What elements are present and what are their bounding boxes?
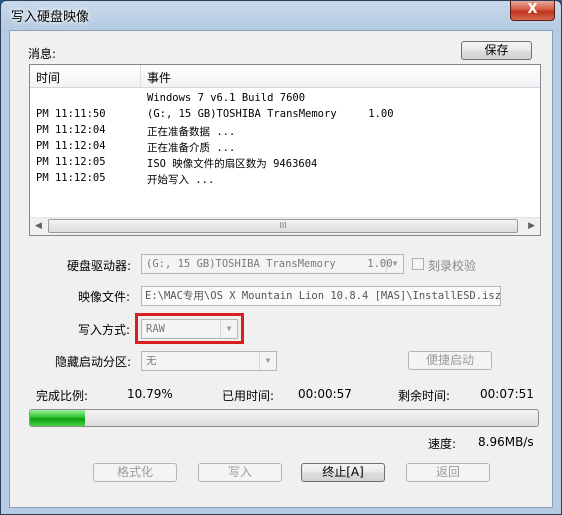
- log-header: 时间 事件: [30, 65, 540, 88]
- verify-checkbox[interactable]: [412, 258, 424, 270]
- dialog-body: 消息: 保存 时间 事件 Windows 7 v6.1 Build 7600 PM…: [9, 30, 553, 508]
- write-button[interactable]: 写入: [198, 463, 282, 482]
- message-log[interactable]: 时间 事件 Windows 7 v6.1 Build 7600 PM 11:11:…: [29, 64, 541, 236]
- image-file-field[interactable]: E:\MAC专用\OS X Mountain Lion 10.8.4 [MAS]…: [141, 286, 501, 306]
- chevron-down-icon[interactable]: ▼: [259, 352, 276, 370]
- log-row[interactable]: PM 11:12:05 开始写入 ...: [30, 171, 540, 187]
- close-icon: X: [527, 2, 538, 17]
- quick-boot-button[interactable]: 便捷启动: [408, 351, 492, 370]
- speed-value: 8.96MB/s: [478, 435, 534, 449]
- format-button[interactable]: 格式化: [93, 463, 177, 482]
- drive-label: 硬盘驱动器:: [67, 259, 132, 273]
- log-row-time: PM 11:12:04: [36, 140, 106, 152]
- progress-bar: [29, 409, 539, 427]
- column-event[interactable]: 事件: [147, 69, 171, 86]
- elapsed-label: 已用时间:: [222, 389, 275, 403]
- column-time[interactable]: 时间: [36, 69, 60, 86]
- scroll-right-icon[interactable]: ▶: [528, 221, 535, 231]
- title-bar[interactable]: 写入硬盘映像 X: [1, 1, 561, 29]
- scroll-thumb[interactable]: III: [48, 219, 518, 233]
- log-row-event: 开始写入 ...: [147, 174, 215, 186]
- log-row[interactable]: PM 11:12:04 正在准备数据 ...: [30, 123, 540, 139]
- hidden-partition-value: 无: [146, 355, 157, 367]
- log-row-event: 正在准备数据 ...: [147, 126, 236, 138]
- log-row[interactable]: PM 11:12:04 正在准备介质 ...: [30, 139, 540, 155]
- scroll-grip: III: [279, 221, 287, 230]
- write-method-label: 写入方式:: [78, 323, 131, 337]
- log-row-time: PM 11:12:04: [36, 124, 106, 136]
- log-row[interactable]: PM 11:12:05 ISO 映像文件的扇区数为 9463604: [30, 155, 540, 171]
- verify-label: 刻录校验: [428, 259, 477, 273]
- chevron-down-icon[interactable]: ▼: [386, 255, 403, 273]
- scroll-left-icon[interactable]: ◀: [35, 221, 42, 231]
- hidden-partition-select[interactable]: 无 ▼: [141, 351, 277, 371]
- messages-label: 消息:: [28, 47, 57, 61]
- back-button[interactable]: 返回: [406, 463, 490, 482]
- horizontal-scrollbar[interactable]: ◀ III ▶: [30, 217, 540, 235]
- image-file-label: 映像文件:: [78, 290, 131, 304]
- dialog-window: 写入硬盘映像 X 消息: 保存 时间 事件 Windows 7 v6.1 Bui…: [0, 0, 562, 515]
- progress-fill: [30, 410, 85, 426]
- speed-label: 速度:: [428, 437, 457, 451]
- save-button[interactable]: 保存: [461, 41, 532, 60]
- done-label: 完成比例:: [36, 389, 89, 403]
- done-value: 10.79%: [127, 387, 173, 401]
- drive-select[interactable]: (G:, 15 GB)TOSHIBA TransMemory 1.00 ▼: [141, 254, 404, 274]
- remaining-label: 剩余时间:: [398, 389, 451, 403]
- remaining-value: 00:07:51: [480, 387, 534, 401]
- highlight-box: [135, 313, 244, 344]
- close-button[interactable]: X: [510, 1, 555, 21]
- log-row[interactable]: Windows 7 v6.1 Build 7600: [30, 91, 540, 107]
- log-row-time: PM 11:12:05: [36, 172, 106, 184]
- log-row-time: PM 11:12:05: [36, 156, 106, 168]
- stop-button[interactable]: 终止[A]: [301, 463, 385, 482]
- log-row-event: ISO 映像文件的扇区数为 9463604: [147, 158, 318, 170]
- hidden-partition-label: 隐藏启动分区:: [55, 355, 132, 369]
- window-title: 写入硬盘映像: [11, 10, 90, 25]
- log-row-event: Windows 7 v6.1 Build 7600: [147, 92, 306, 104]
- log-row-event: 正在准备介质 ...: [147, 142, 236, 154]
- column-divider[interactable]: [140, 65, 141, 87]
- log-row-event: (G:, 15 GB)TOSHIBA TransMemory 1.00: [147, 108, 394, 120]
- elapsed-value: 00:00:57: [298, 387, 352, 401]
- drive-value: (G:, 15 GB)TOSHIBA TransMemory 1.00: [146, 258, 393, 270]
- log-row-time: PM 11:11:50: [36, 108, 106, 120]
- log-row[interactable]: PM 11:11:50 (G:, 15 GB)TOSHIBA TransMemor…: [30, 107, 540, 123]
